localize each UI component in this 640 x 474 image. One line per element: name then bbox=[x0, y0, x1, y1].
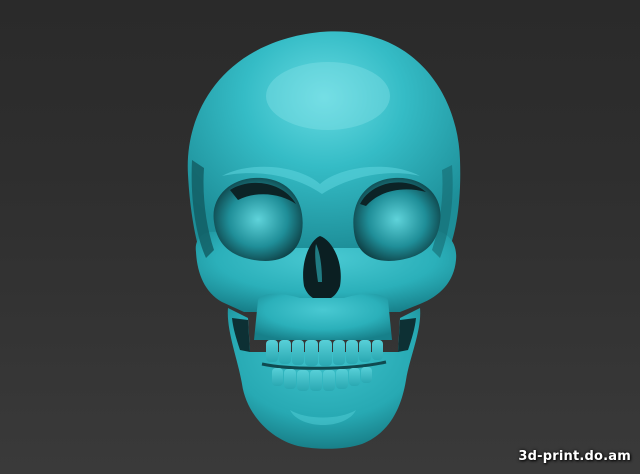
maxilla bbox=[254, 293, 392, 340]
skull-render bbox=[187, 31, 461, 449]
render-viewport: 3d-print.do.am bbox=[0, 0, 640, 474]
watermark-text: 3d-print.do.am bbox=[518, 449, 631, 464]
